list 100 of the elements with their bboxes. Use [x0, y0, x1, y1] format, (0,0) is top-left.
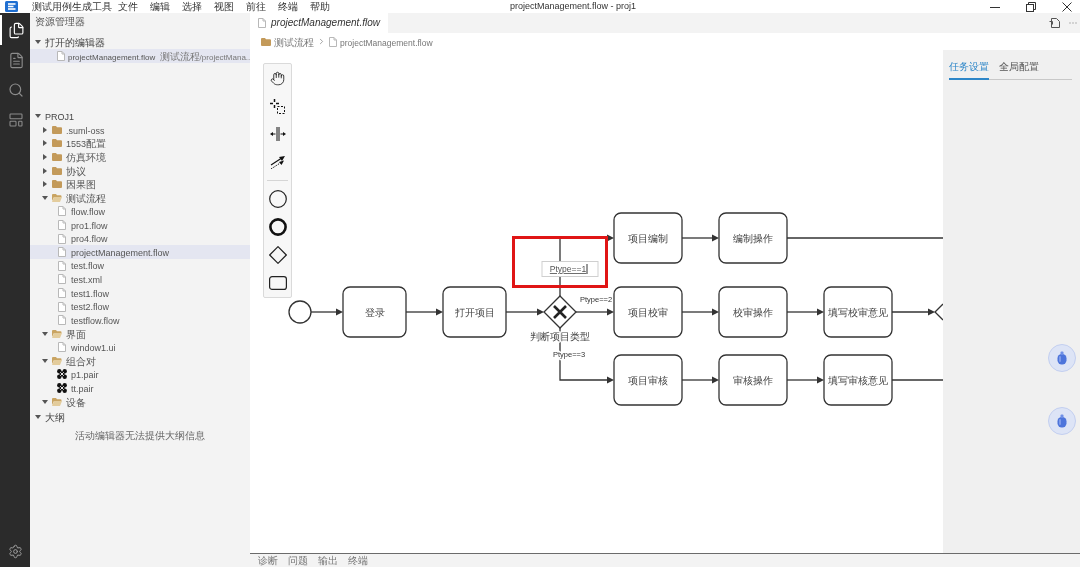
space-tool-icon[interactable] — [269, 127, 286, 141]
task-node[interactable]: 项目编制 — [613, 212, 683, 264]
panel-tab[interactable]: 问题 — [288, 554, 308, 567]
menu-item[interactable]: 选择 — [182, 0, 202, 13]
floating-button[interactable] — [1048, 407, 1076, 435]
menu-item[interactable]: 前往 — [246, 0, 266, 13]
breadcrumb-item[interactable]: 测试流程 — [274, 33, 314, 50]
connector-arrow[interactable] — [681, 308, 719, 316]
caret-right-icon[interactable] — [43, 181, 47, 188]
file-icon — [58, 247, 66, 258]
caret-right-icon[interactable] — [43, 140, 47, 147]
task-node[interactable]: 校审操作 — [718, 286, 788, 338]
tree-item[interactable]: 1553配置 — [30, 136, 250, 151]
bold-circle-icon[interactable] — [268, 218, 287, 236]
document-icon[interactable] — [1049, 17, 1061, 29]
caret-down-icon[interactable] — [42, 358, 48, 363]
tree-item[interactable]: testflow.flow — [30, 313, 250, 327]
tree-item[interactable]: 仿真环境 — [30, 150, 250, 164]
panel-tab[interactable]: 输出 — [318, 554, 338, 567]
mouse-icon — [1057, 351, 1067, 365]
connector-arrow[interactable] — [681, 234, 719, 242]
folder-icon — [261, 37, 271, 46]
tree-item[interactable]: tt.pair — [30, 381, 250, 395]
panel-tab[interactable]: 诊断 — [258, 554, 278, 567]
task-node[interactable]: 登录 — [342, 286, 407, 338]
connector-arrow[interactable] — [786, 308, 824, 316]
tree-item[interactable]: 因果图 — [30, 177, 250, 191]
file-icon — [258, 18, 266, 28]
file-icon — [58, 342, 66, 353]
tree-item[interactable]: pro1.flow — [30, 218, 250, 232]
folder-icon — [52, 153, 62, 161]
caret-down-icon[interactable] — [42, 195, 48, 200]
tree-item[interactable]: 测试流程 — [30, 190, 250, 205]
menu-item[interactable]: 文件 — [118, 0, 138, 13]
caret-down-icon[interactable] — [35, 40, 41, 44]
section-header[interactable]: PROJ1 — [30, 109, 250, 123]
caret-right-icon[interactable] — [43, 154, 47, 160]
caret-down-icon[interactable] — [42, 331, 48, 336]
search-icon — [8, 82, 24, 98]
connector-arrow[interactable] — [891, 308, 935, 316]
caret-right-icon[interactable] — [43, 167, 47, 174]
connector-arrow[interactable] — [310, 308, 343, 316]
connector-arrow[interactable] — [505, 308, 544, 316]
task-node[interactable]: 项目校审 — [613, 286, 683, 338]
hand-icon[interactable] — [270, 70, 285, 86]
restore-icon[interactable] — [1026, 1, 1036, 12]
task-node[interactable]: 项目审核 — [613, 354, 683, 406]
gateway-node[interactable] — [543, 295, 577, 329]
file-icon — [58, 287, 66, 298]
menu-item[interactable]: 视图 — [214, 0, 234, 13]
circle-icon[interactable] — [268, 190, 287, 208]
caret-down-icon[interactable] — [42, 399, 48, 404]
panel-tab[interactable]: 任务设置 — [949, 60, 989, 80]
task-node[interactable]: 填写校审意见 — [823, 286, 893, 338]
tree-item[interactable]: flow.flow — [30, 204, 250, 219]
task-node[interactable]: 填写审核意见 — [823, 354, 893, 406]
tree-item[interactable]: pro4.flow — [30, 231, 250, 246]
floating-button[interactable] — [1048, 344, 1076, 372]
tree-item[interactable]: test1.flow — [30, 286, 250, 300]
tree-item[interactable]: 界面 — [30, 326, 250, 341]
task-node[interactable]: 编制操作 — [718, 212, 788, 264]
menu-item[interactable]: 帮助 — [310, 0, 330, 13]
connector-arrow[interactable] — [575, 308, 614, 316]
tree-item[interactable]: test.xml — [30, 272, 250, 287]
tree-item[interactable]: 组合对 — [30, 354, 250, 368]
caret-down-icon[interactable] — [35, 415, 41, 420]
panel-tab[interactable]: 终端 — [348, 554, 368, 567]
lasso-icon[interactable] — [270, 98, 285, 114]
breadcrumb-item[interactable]: projectManagement.flow — [340, 33, 433, 50]
rounded-rect-icon[interactable] — [268, 276, 287, 290]
connector-arrow[interactable] — [786, 376, 824, 384]
pair-icon — [57, 369, 67, 380]
menu-item[interactable]: 终端 — [278, 0, 298, 13]
tree-item[interactable]: projectManagement.flow — [30, 245, 250, 259]
tree-item[interactable]: p1.pair — [30, 367, 250, 382]
connector-arrow[interactable] — [405, 308, 443, 316]
panel-tab[interactable]: 全局配置 — [999, 60, 1039, 80]
diamond-icon[interactable] — [268, 246, 287, 264]
tree-item[interactable]: 设备 — [30, 394, 250, 409]
tree-item[interactable]: 协议 — [30, 163, 250, 178]
section-header[interactable]: 打开的编辑器 — [30, 35, 250, 49]
task-node[interactable]: 打开项目 — [442, 286, 507, 338]
task-node[interactable]: 审核操作 — [718, 354, 788, 406]
start-event-circle[interactable] — [288, 300, 312, 324]
section-header[interactable]: 大纲 — [30, 410, 250, 425]
settings-icon[interactable] — [7, 544, 23, 559]
tree-item[interactable]: test.flow — [30, 258, 250, 273]
caret-down-icon[interactable] — [35, 114, 41, 118]
caret-right-icon[interactable] — [43, 126, 47, 133]
app-name: 测试用例生成工具 — [32, 0, 112, 13]
close-icon[interactable] — [1062, 1, 1072, 12]
editor-tab[interactable]: projectManagement.flow — [250, 13, 388, 33]
tree-item[interactable]: test2.flow — [30, 299, 250, 314]
file-icon — [58, 206, 66, 217]
connector-arrow[interactable] — [681, 376, 719, 384]
tree-item[interactable]: .suml-oss — [30, 123, 250, 137]
tree-item[interactable]: window1.ui — [30, 340, 250, 355]
connect-arrow-icon[interactable] — [270, 155, 285, 169]
open-editor-item[interactable]: projectManagement.flow 测试流程/projectMana... — [30, 49, 250, 63]
menu-item[interactable]: 编辑 — [150, 0, 170, 13]
